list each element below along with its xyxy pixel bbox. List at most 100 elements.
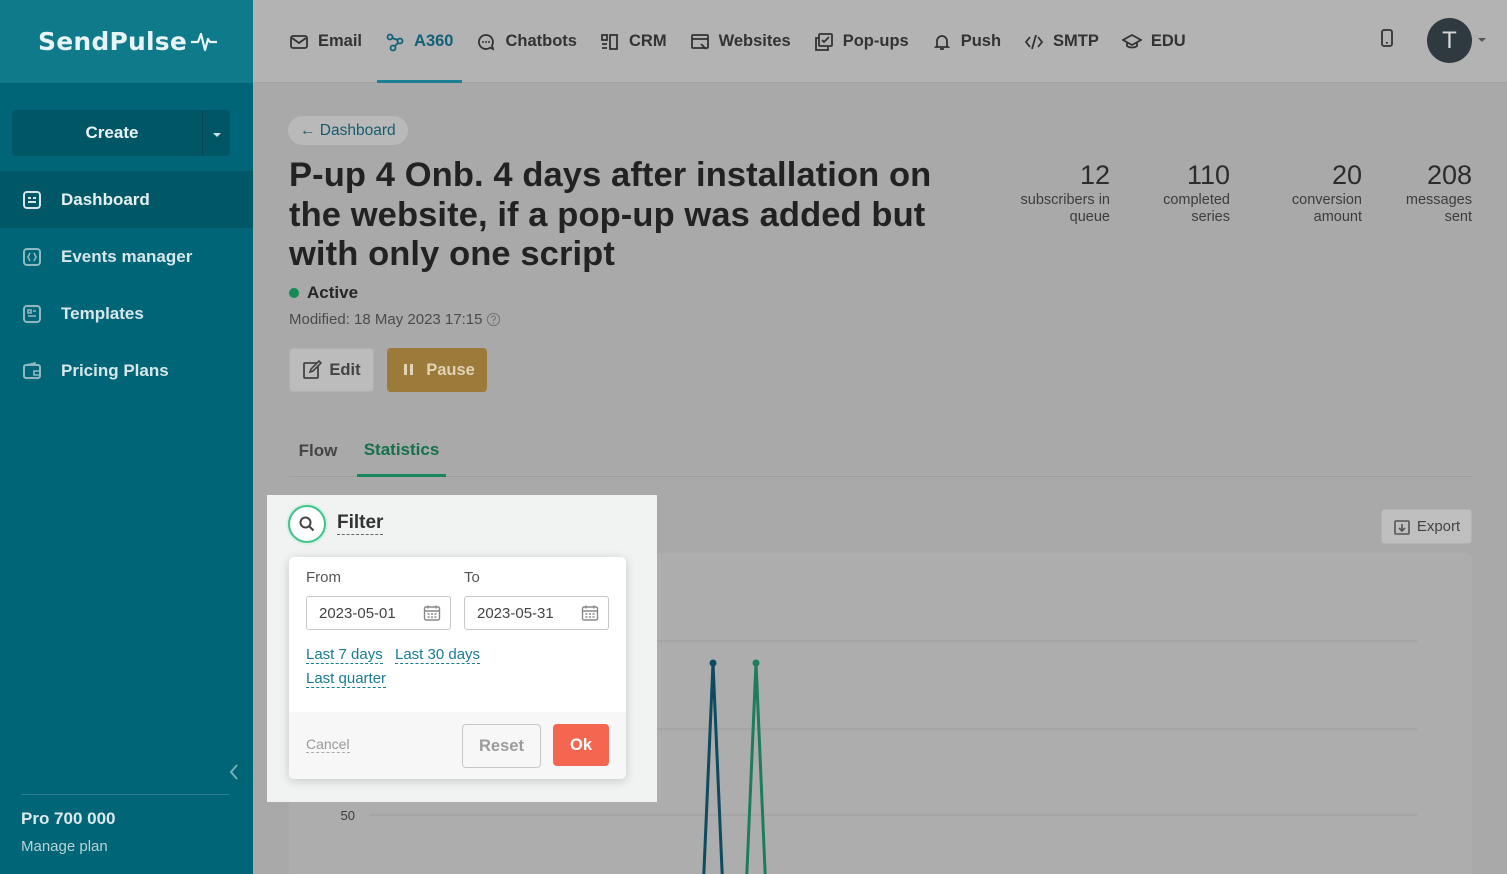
chevron-down-icon[interactable] xyxy=(1478,38,1486,42)
stat-value: 208 xyxy=(1426,160,1472,190)
sidebar-item-events-manager[interactable]: Events manager xyxy=(0,228,253,285)
stat-label: completed xyxy=(1163,192,1230,208)
date-filter-popup: From To 2023-05-01 2023-05-31 Last 7 day… xyxy=(289,557,626,779)
to-label: To xyxy=(464,569,480,586)
sidebar-divider xyxy=(21,794,229,795)
envelope-icon xyxy=(289,32,309,52)
create-label: Create xyxy=(85,123,139,142)
calendar-icon[interactable] xyxy=(581,604,599,622)
tab-statistics[interactable]: Statistics xyxy=(357,425,446,477)
y-tick-label: 50 xyxy=(341,808,355,823)
popup-icon xyxy=(814,32,834,52)
stats-summary: 12 subscribers in queue 110 completed se… xyxy=(1000,158,1472,238)
stat-label: series xyxy=(1191,209,1230,225)
tab-flow[interactable]: Flow xyxy=(289,425,347,476)
status-dot xyxy=(289,288,299,298)
sidebar: SendPulse Create Dashboard Events manage… xyxy=(0,0,253,874)
quick-last-quarter[interactable]: Last quarter xyxy=(306,670,387,688)
stat-value: 20 xyxy=(1331,160,1362,190)
calendar-icon[interactable] xyxy=(423,604,441,622)
sidebar-item-templates[interactable]: Templates xyxy=(0,285,253,342)
stat-conversion-amount: 20 conversion amount xyxy=(1292,158,1362,226)
pause-label: Pause xyxy=(426,360,475,379)
nav-label: Email xyxy=(318,32,363,50)
website-icon xyxy=(690,32,710,52)
nav-label: Push xyxy=(960,32,1002,50)
nav-websites[interactable]: Websites xyxy=(690,0,791,83)
filter-label[interactable]: Filter xyxy=(337,512,384,535)
stat-value: 12 xyxy=(1079,160,1110,190)
export-icon xyxy=(1394,519,1410,535)
status-badge: Active xyxy=(289,283,358,303)
from-date-value: 2023-05-01 xyxy=(319,604,396,622)
stat-label: sent xyxy=(1444,209,1472,225)
pulse-logo-icon xyxy=(190,32,217,51)
dashboard-icon xyxy=(22,190,42,210)
create-button[interactable]: Create xyxy=(12,110,230,156)
export-button[interactable]: Export xyxy=(1381,509,1472,544)
sidebar-item-dashboard[interactable]: Dashboard xyxy=(0,171,253,228)
edit-label: Edit xyxy=(329,360,361,379)
modified-text: Modified: 18 May 2023 17:15 xyxy=(289,311,483,328)
automation-icon xyxy=(385,32,405,52)
pause-icon xyxy=(399,360,419,380)
stat-label: messages xyxy=(1405,192,1472,208)
popup-footer: Cancel Reset Ok xyxy=(289,712,626,779)
pause-button[interactable]: Pause xyxy=(387,348,487,392)
from-label: From xyxy=(306,569,341,586)
status-text: Active xyxy=(307,283,359,302)
nav-label: Websites xyxy=(718,32,791,50)
nav-popups[interactable]: Pop-ups xyxy=(814,0,909,83)
reset-button[interactable]: Reset xyxy=(462,724,541,768)
sidebar-nav: Dashboard Events manager Templates Prici… xyxy=(0,171,253,399)
events-icon xyxy=(22,247,42,267)
series-point-1 xyxy=(709,659,717,667)
stat-label: amount xyxy=(1313,209,1362,225)
nav-label: CRM xyxy=(628,32,667,50)
crm-icon xyxy=(600,32,620,52)
mobile-app-icon[interactable] xyxy=(1380,29,1394,47)
help-icon[interactable] xyxy=(486,312,501,327)
sidebar-item-label: Pricing Plans xyxy=(61,360,169,380)
nav-a360[interactable]: A360 xyxy=(376,0,464,83)
from-date-input[interactable]: 2023-05-01 xyxy=(306,596,451,630)
stat-label: conversion xyxy=(1291,192,1362,208)
user-avatar[interactable]: T xyxy=(1427,18,1472,63)
nav-edu[interactable]: EDU xyxy=(1121,0,1186,83)
export-label: Export xyxy=(1416,518,1461,535)
series-line-1 xyxy=(702,662,724,874)
brand-name: SendPulse xyxy=(38,27,187,56)
manage-plan-link[interactable]: Manage plan xyxy=(21,838,108,855)
nav-smtp[interactable]: SMTP xyxy=(1024,0,1099,83)
nav-chatbots[interactable]: Chatbots xyxy=(476,0,577,83)
nav-crm[interactable]: CRM xyxy=(600,0,667,83)
collapse-sidebar-icon[interactable] xyxy=(226,762,242,782)
breadcrumb-back-dashboard[interactable]: ← Dashboard xyxy=(288,116,408,145)
templates-icon xyxy=(22,304,42,324)
sidebar-item-label: Dashboard xyxy=(61,189,150,209)
nav-push[interactable]: Push xyxy=(932,0,1001,83)
cancel-link[interactable]: Cancel xyxy=(306,736,350,753)
wallet-icon xyxy=(22,361,42,381)
create-dropdown-caret[interactable] xyxy=(202,110,230,156)
nav-label: Pop-ups xyxy=(842,32,909,50)
quick-last-7-days[interactable]: Last 7 days xyxy=(306,646,383,664)
nav-label: EDU xyxy=(1150,32,1186,50)
chat-icon xyxy=(476,32,496,52)
sidebar-item-label: Events manager xyxy=(61,246,193,266)
to-date-value: 2023-05-31 xyxy=(477,604,554,622)
nav-email[interactable]: Email xyxy=(289,0,362,83)
quick-last-30-days[interactable]: Last 30 days xyxy=(395,646,481,664)
edit-button[interactable]: Edit xyxy=(289,348,374,392)
page-title: P-up 4 Onb. 4 days after installation on… xyxy=(289,156,932,273)
nav-label: SMTP xyxy=(1053,32,1099,50)
code-icon xyxy=(1024,32,1044,52)
logo[interactable]: SendPulse xyxy=(0,0,253,83)
stat-subscribers-in-queue: 12 subscribers in queue xyxy=(1021,158,1110,226)
to-date-input[interactable]: 2023-05-31 xyxy=(464,596,609,630)
series-point-2 xyxy=(752,659,760,667)
sidebar-item-pricing-plans[interactable]: Pricing Plans xyxy=(0,342,253,399)
series-line-2 xyxy=(745,662,767,874)
filter-toggle[interactable] xyxy=(288,505,326,543)
ok-button[interactable]: Ok xyxy=(553,724,609,766)
